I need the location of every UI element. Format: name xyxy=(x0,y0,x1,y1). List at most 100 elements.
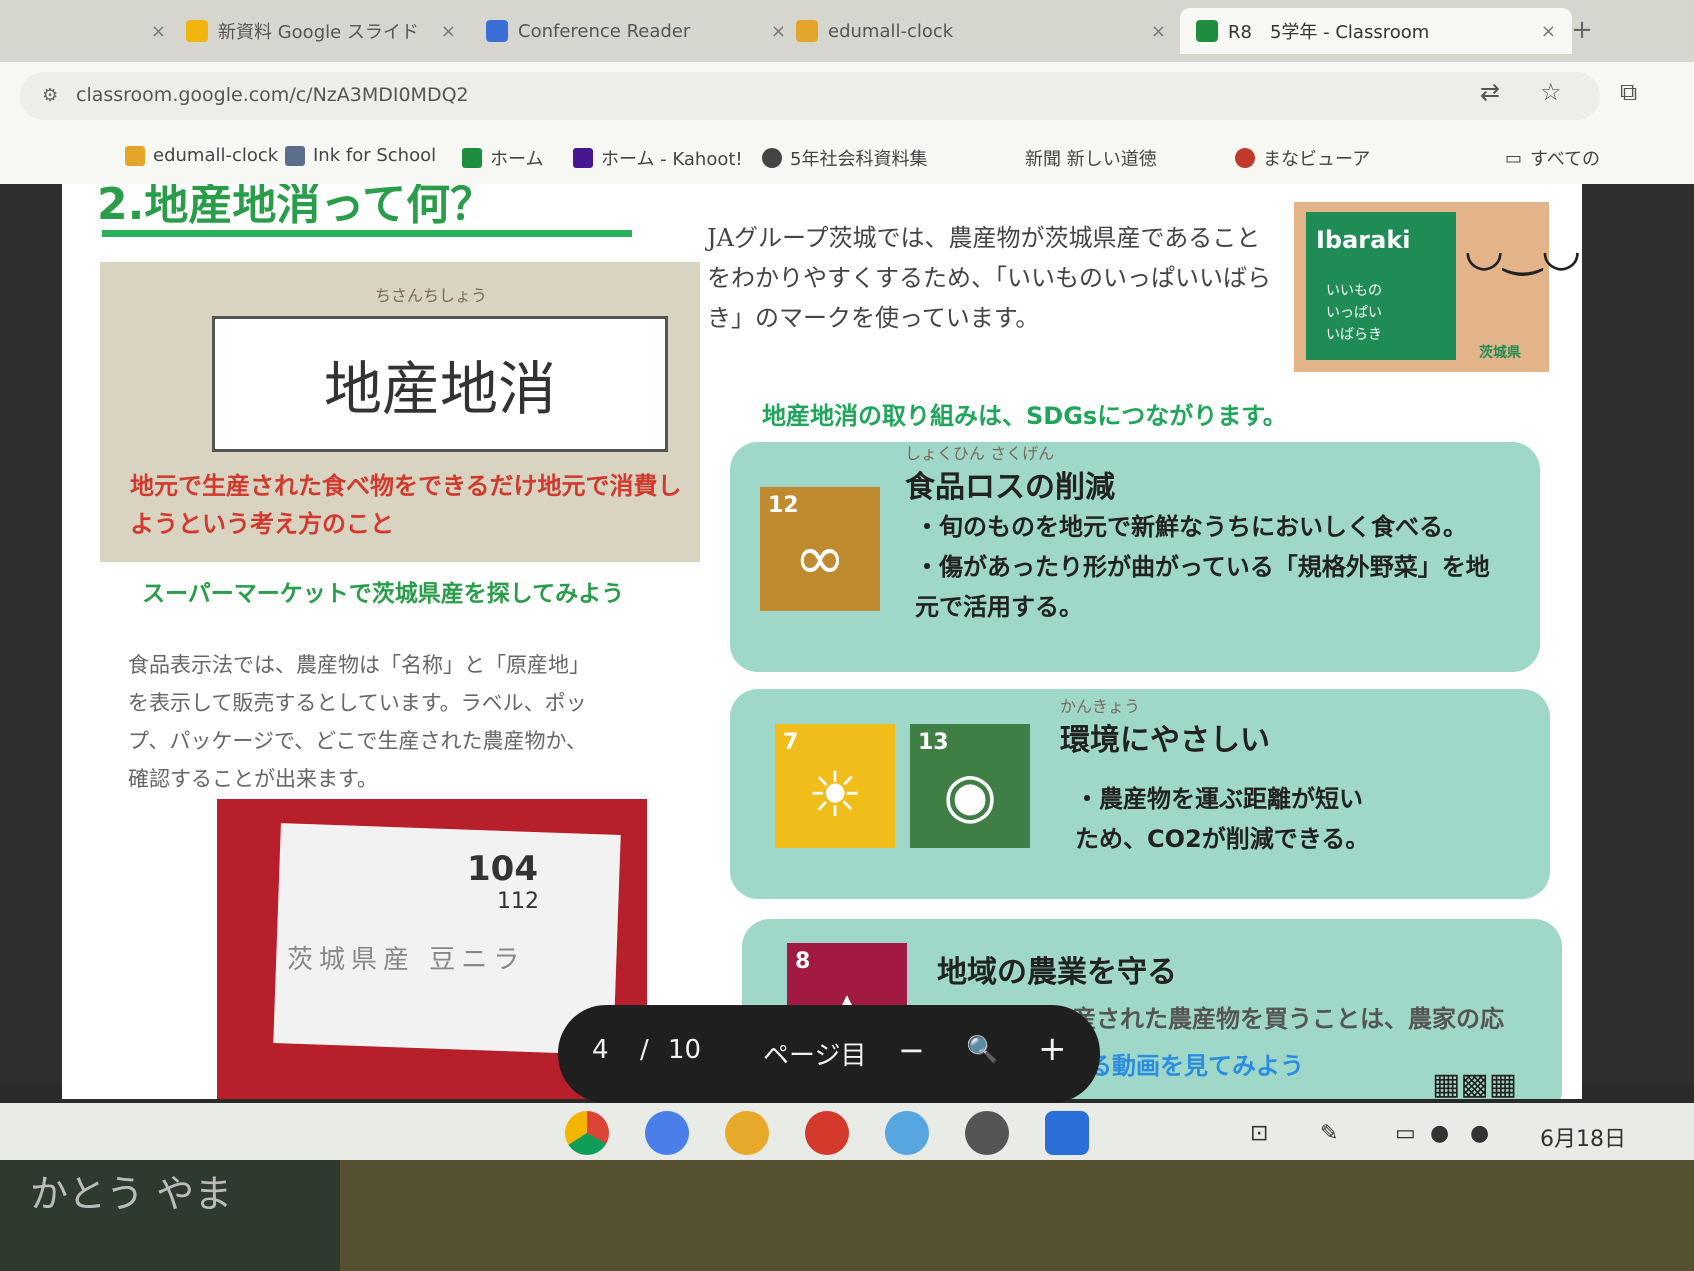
sdg-card: 7 ☀ 13 ◉ かんきょう 環境にやさしい ・農産物を運ぶ距離が短いため、CO2が… xyxy=(730,689,1550,899)
close-icon[interactable]: × xyxy=(441,21,456,42)
tab-strip: × 新資料 Google スライド × Conference Reader × ed… xyxy=(0,0,1694,62)
keyword-box: 地産地消 xyxy=(212,316,668,452)
bookmark[interactable]: 新聞 新しい道徳 xyxy=(1025,145,1157,171)
zoom-in-button[interactable]: + xyxy=(1038,1029,1067,1069)
address-bar: ⚙ classroom.google.com/c/NzA3MDI0MDQ2 ⇄ … xyxy=(0,62,1694,132)
app-icon[interactable] xyxy=(965,1111,1009,1155)
bookmark-icon xyxy=(462,148,482,168)
bookmark-label: ホーム xyxy=(490,149,544,170)
cube-app-icon[interactable] xyxy=(725,1111,769,1155)
bookmark-label: edumall-clock xyxy=(153,145,279,166)
title-underline xyxy=(102,230,632,237)
logo-line: いいもの xyxy=(1326,283,1382,299)
site-info-icon[interactable]: ⚙ xyxy=(42,85,62,106)
bookmark-icon xyxy=(285,145,305,166)
intro-text: JAグループ茨城では、農産物が茨城県産であることをわかりやすくするため、「いいも… xyxy=(707,224,1271,332)
close-icon[interactable]: × xyxy=(1541,21,1556,42)
app-icon[interactable] xyxy=(1045,1111,1089,1155)
bookmark-label: ホーム - Kahoot! xyxy=(601,149,743,170)
files-icon[interactable] xyxy=(645,1111,689,1155)
close-icon[interactable]: × xyxy=(151,21,166,42)
page-total: 10 xyxy=(668,1035,702,1065)
background-shelf: かとう やま xyxy=(0,1160,1694,1271)
bookmark[interactable]: まなビューア xyxy=(1235,145,1370,171)
logo-lines: いいもの いっぱい いばらき xyxy=(1326,280,1382,346)
card-title: 地域の農業を守る xyxy=(937,955,1177,990)
tab-label: 新資料 Google スライド xyxy=(218,22,419,43)
bookmark[interactable]: ホーム xyxy=(462,145,543,171)
bookmark-icon xyxy=(573,148,593,168)
qr-code-icon: ▦▩▦ xyxy=(1432,1067,1518,1099)
translate-icon[interactable]: ⇄ xyxy=(1480,78,1500,106)
date[interactable]: 6月18日 xyxy=(1540,1121,1626,1153)
card-title: 食品ロスの削減 xyxy=(905,470,1115,505)
price-small: 112 xyxy=(497,889,539,914)
screen: × 新資料 Google スライド × Conference Reader × ed… xyxy=(0,0,1694,1271)
page-current[interactable]: 4 xyxy=(592,1035,609,1065)
ibaraki-logo: Ibaraki いいもの いっぱい いばらき ◡‿◡ 茨城県 xyxy=(1294,202,1581,372)
card-title: 環境にやさしい xyxy=(1060,723,1270,758)
tab-classroom[interactable]: R8 5学年 - Classroom × xyxy=(1180,8,1572,54)
record-icon[interactable]: ● xyxy=(1430,1121,1449,1146)
bookmark-label: 新聞 新しい道徳 xyxy=(1025,149,1157,170)
classroom-icon xyxy=(1196,20,1218,42)
bookmark[interactable]: 5年社会科資料集 xyxy=(762,145,927,171)
bookmark[interactable]: edumall-clock xyxy=(125,145,278,166)
folder-icon: ▭ xyxy=(1505,147,1523,169)
bookmark-label: まなビューア xyxy=(1263,149,1371,170)
cast-icon[interactable]: ▭ xyxy=(1395,1121,1416,1146)
sdg-goal-7-icon: 7 ☀ xyxy=(775,724,895,848)
card-line: ・旬のものを地元で新鮮なうちにおいしく食べる。 xyxy=(915,513,1467,541)
url-text: classroom.google.com/c/NzA3MDI0MDQ2 xyxy=(76,84,469,106)
supermarket-text: 食品表示法では、農産物は「名称」と「原産地」を表示して販売するとしています。ラベ… xyxy=(128,653,590,791)
record-icon[interactable]: ● xyxy=(1470,1121,1489,1146)
logo-tag: 茨城県 xyxy=(1479,345,1521,361)
sdg-lead: 地産地消の取り組みは、SDGsにつながります。 xyxy=(762,402,1287,430)
sdg-goal-12-icon: 12 ∞ xyxy=(760,487,880,611)
tab-label: edumall-clock xyxy=(828,20,954,42)
bookmark-label: すべての xyxy=(1530,149,1601,170)
new-tab-button[interactable]: + xyxy=(1560,10,1604,50)
tab-reader[interactable]: Conference Reader × xyxy=(470,8,802,54)
page-separator: / xyxy=(640,1035,649,1065)
extensions-icon[interactable]: ⧉ xyxy=(1620,78,1637,106)
chrome-icon[interactable] xyxy=(565,1111,609,1155)
bookmarks-bar: edumall-clock Ink for School ホーム ホーム - K… xyxy=(0,132,1694,185)
ruby: かんきょう xyxy=(1060,697,1141,716)
sdg-goal-13-icon: 13 ◉ xyxy=(910,724,1030,848)
logo-line: いっぱい xyxy=(1326,305,1382,321)
bookmark[interactable]: Ink for School xyxy=(285,145,436,166)
slide-page: 2.地産地消って何？ ちさんちしょう 地産地消 地元で生産された食べ物をできるだ… xyxy=(62,184,1582,1099)
sdg-card: 12 ∞ しょくひん さくげん 食品ロスの削減 ・旬のものを地元で新鮮なうちにおい… xyxy=(730,442,1540,672)
bookmark-icon xyxy=(762,148,782,168)
app-icon[interactable] xyxy=(885,1111,929,1155)
slides-icon xyxy=(186,20,208,42)
tab-label: R8 5学年 - Classroom xyxy=(1228,22,1430,43)
star-icon[interactable]: ☆ xyxy=(1540,78,1562,106)
omnibox[interactable]: ⚙ classroom.google.com/c/NzA3MDI0MDQ2 xyxy=(20,72,1600,120)
taskbar: ⊡ ✎ ▭ ● ● 6月18日 xyxy=(0,1103,1694,1163)
search-icon[interactable]: 🔍 xyxy=(966,1035,998,1065)
blackboard: かとう やま xyxy=(0,1160,340,1271)
app-icon[interactable] xyxy=(805,1111,849,1155)
bookmark[interactable]: ホーム - Kahoot! xyxy=(573,145,743,171)
bookmark[interactable]: ▭ すべての xyxy=(1505,145,1600,171)
close-icon[interactable]: × xyxy=(1151,21,1166,42)
ruby: しょくひん さくげん xyxy=(905,444,1055,463)
fit-button[interactable]: ページ目 xyxy=(763,1035,866,1072)
reader-icon xyxy=(486,20,508,42)
tab[interactable]: × xyxy=(0,8,182,54)
zoom-out-button[interactable]: − xyxy=(898,1031,925,1069)
card-line: ・傷があったり形が曲がっている「規格外野菜」を地元で活用する。 xyxy=(915,553,1490,621)
tab-clock[interactable]: edumall-clock × xyxy=(780,8,1182,54)
screen-capture-icon[interactable]: ⊡ xyxy=(1250,1121,1268,1146)
logo-title: Ibaraki xyxy=(1316,226,1411,254)
tab-label: Conference Reader xyxy=(518,20,691,42)
supermarket-title: スーパーマーケットで茨城県産を探してみよう xyxy=(142,581,625,607)
logo-panel: Ibaraki いいもの いっぱい いばらき xyxy=(1306,212,1456,360)
pen-icon[interactable]: ✎ xyxy=(1320,1121,1338,1146)
bookmark-label: 5年社会科資料集 xyxy=(790,149,928,170)
bookmark-icon xyxy=(125,145,145,166)
clock-icon xyxy=(796,20,818,42)
tab-slides[interactable]: 新資料 Google スライド × xyxy=(170,8,472,54)
